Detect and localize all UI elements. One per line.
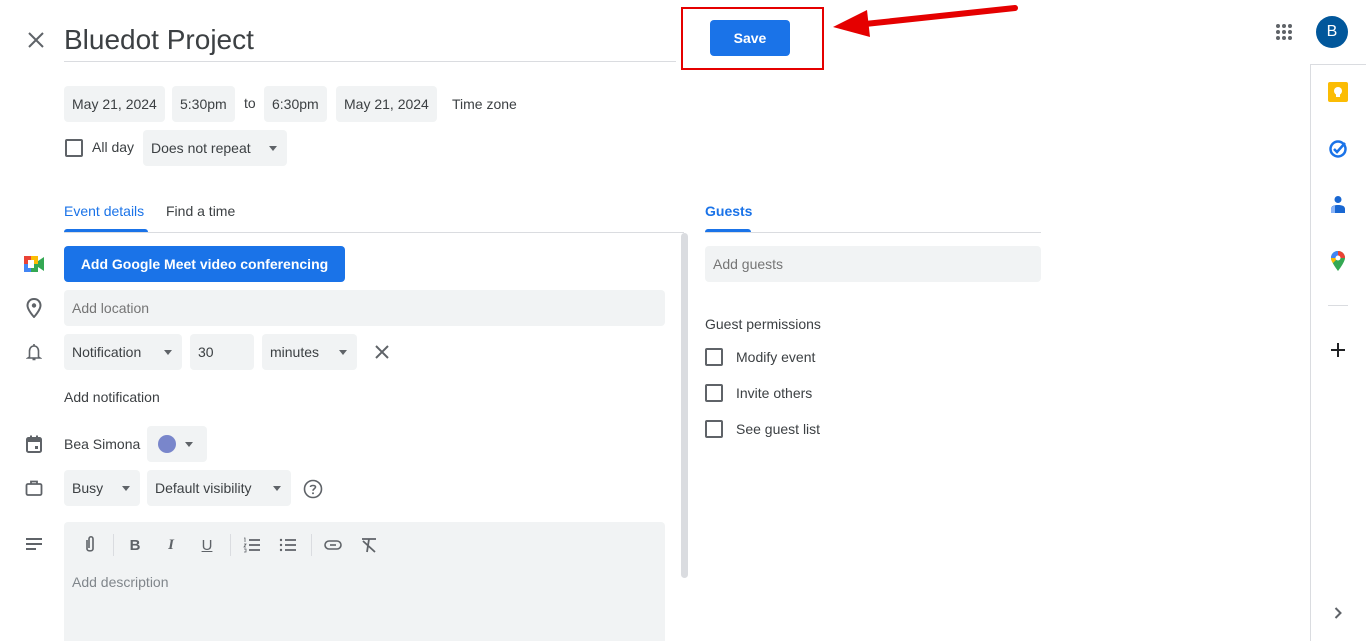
end-date: May 21, 2024	[344, 96, 429, 112]
availability-value: Busy	[72, 480, 104, 496]
save-button[interactable]: Save	[710, 20, 790, 56]
account-avatar[interactable]: B	[1316, 16, 1348, 48]
add-google-meet-button[interactable]: Add Google Meet video conferencing	[64, 246, 345, 282]
close-icon[interactable]	[24, 28, 48, 52]
modify-event-checkbox[interactable]	[705, 348, 723, 366]
tasks-icon[interactable]	[1328, 139, 1348, 159]
italic-icon[interactable]: I	[159, 533, 183, 557]
invite-others-label: Invite others	[736, 385, 813, 401]
see-guest-list-checkbox[interactable]	[705, 420, 723, 438]
visibility-value: Default visibility	[155, 480, 252, 496]
all-day-checkbox[interactable]	[65, 139, 83, 157]
chevron-down-icon	[164, 350, 172, 355]
side-panel-divider	[1328, 305, 1348, 306]
maps-icon[interactable]	[1328, 251, 1348, 271]
guests-divider	[705, 232, 1041, 233]
toolbar-divider	[230, 534, 231, 556]
all-day-label: All day	[92, 139, 135, 155]
modify-event-label: Modify event	[736, 349, 816, 365]
bulleted-list-icon[interactable]	[276, 533, 300, 557]
google-meet-icon	[24, 254, 44, 274]
add-guests-input[interactable]	[705, 246, 1041, 282]
chevron-right-icon[interactable]	[1328, 603, 1348, 623]
help-icon[interactable]	[302, 478, 324, 500]
underline-icon[interactable]: U	[195, 533, 219, 557]
event-title: Bluedot Project	[64, 24, 254, 55]
see-guest-list-label: See guest list	[736, 421, 821, 437]
end-date-picker[interactable]: May 21, 2024	[336, 86, 437, 122]
annotation-arrow	[833, 5, 1018, 37]
toolbar-divider	[113, 534, 114, 556]
event-color-dropdown[interactable]	[147, 426, 207, 462]
scrollbar[interactable]	[681, 233, 688, 578]
chevron-down-icon	[122, 486, 130, 491]
chevron-down-icon	[269, 146, 277, 151]
add-icon[interactable]	[1328, 340, 1348, 360]
chevron-down-icon	[339, 350, 347, 355]
visibility-dropdown[interactable]: Default visibility	[147, 470, 291, 506]
start-date: May 21, 2024	[72, 96, 157, 112]
tab-guests[interactable]: Guests	[705, 203, 752, 219]
end-time: 6:30pm	[272, 96, 319, 112]
description-placeholder: Add description	[72, 574, 169, 590]
notification-amount: 30	[198, 344, 214, 360]
tab-find-a-time[interactable]: Find a time	[166, 203, 235, 219]
calendar-owner-name: Bea Simona	[64, 436, 141, 452]
description-icon	[24, 534, 44, 554]
bold-icon[interactable]: B	[123, 533, 147, 557]
repeat-value: Does not repeat	[151, 140, 251, 156]
notification-unit: minutes	[270, 344, 320, 360]
start-date-picker[interactable]: May 21, 2024	[64, 86, 165, 122]
chevron-down-icon	[185, 442, 193, 447]
guest-permissions-title: Guest permissions	[705, 316, 821, 332]
to-label: to	[244, 95, 256, 111]
availability-dropdown[interactable]: Busy	[64, 470, 140, 506]
notification-bell-icon	[24, 342, 44, 362]
time-zone-button[interactable]: Time zone	[452, 96, 517, 112]
attach-icon[interactable]	[78, 533, 102, 557]
notification-unit-dropdown[interactable]: minutes	[262, 334, 357, 370]
location-icon	[24, 298, 44, 318]
start-time: 5:30pm	[180, 96, 227, 112]
link-icon[interactable]	[321, 533, 345, 557]
avatar-initial: B	[1326, 23, 1338, 40]
invite-others-checkbox[interactable]	[705, 384, 723, 402]
apps-grid-icon[interactable]	[1272, 20, 1296, 44]
add-notification-link[interactable]: Add notification	[64, 389, 160, 405]
chevron-down-icon	[273, 486, 281, 491]
notification-amount-input[interactable]: 30	[190, 334, 254, 370]
notification-type-dropdown[interactable]: Notification	[64, 334, 182, 370]
end-time-picker[interactable]: 6:30pm	[264, 86, 327, 122]
keep-icon[interactable]	[1328, 82, 1348, 102]
remove-formatting-icon[interactable]	[357, 533, 381, 557]
remove-notification-icon[interactable]	[372, 342, 392, 362]
briefcase-icon	[24, 478, 44, 498]
toolbar-divider	[311, 534, 312, 556]
event-color-swatch	[158, 435, 176, 453]
tab-event-details[interactable]: Event details	[64, 203, 144, 219]
start-time-picker[interactable]: 5:30pm	[172, 86, 235, 122]
event-title-input[interactable]: Bluedot Project	[64, 20, 676, 62]
notification-type: Notification	[72, 344, 142, 360]
contacts-icon[interactable]	[1328, 195, 1348, 215]
repeat-dropdown[interactable]: Does not repeat	[143, 130, 287, 166]
tabs-divider	[64, 232, 684, 233]
numbered-list-icon[interactable]	[240, 533, 264, 557]
location-input[interactable]	[64, 290, 665, 326]
calendar-icon	[24, 434, 44, 454]
